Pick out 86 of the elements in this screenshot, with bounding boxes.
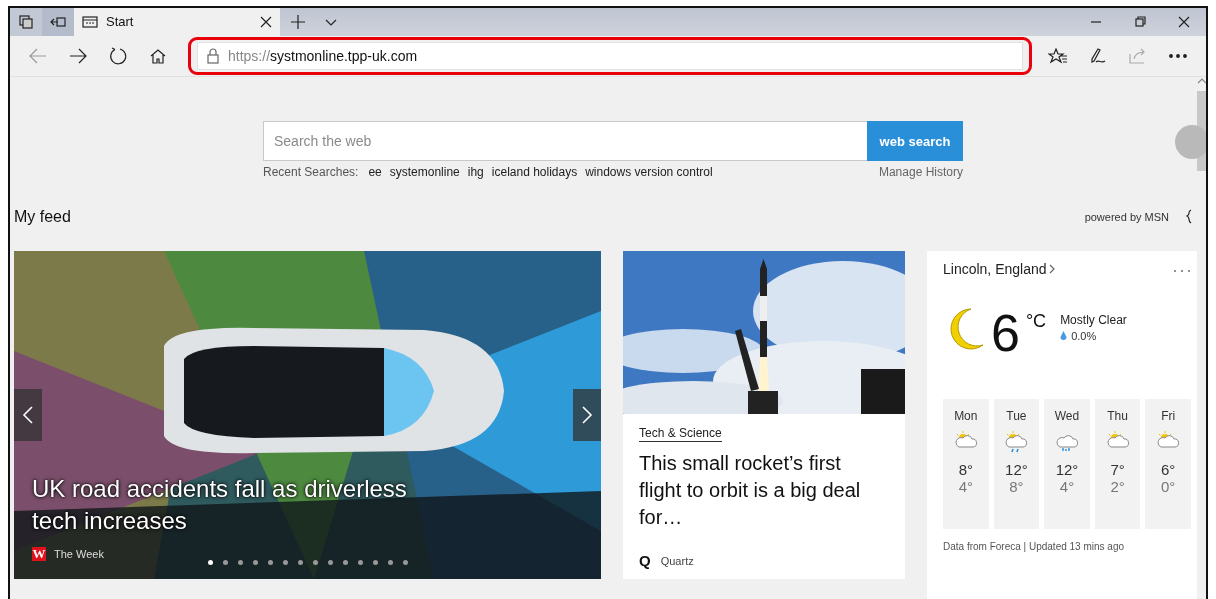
pen-icon — [1088, 46, 1108, 65]
lock-icon — [206, 47, 220, 64]
plus-icon — [290, 13, 306, 30]
forecast-day[interactable]: Tue 12° 8° — [993, 399, 1040, 529]
recent-search-link[interactable]: systemonline — [389, 165, 460, 179]
carousel-dot[interactable] — [283, 560, 288, 565]
category-link[interactable]: Tech & Science — [639, 426, 722, 442]
star-list-icon — [1048, 46, 1068, 65]
recent-searches-label: Recent Searches: — [263, 165, 359, 179]
carousel-dot[interactable] — [253, 560, 258, 565]
temperature-unit: °C — [1025, 311, 1047, 332]
previous-button[interactable] — [14, 389, 42, 441]
set-aside-tabs-button[interactable] — [42, 8, 74, 36]
close-icon — [260, 15, 272, 28]
temperature: 6 — [991, 307, 1020, 359]
url-text: https://systmonline.tpp-uk.com — [228, 47, 418, 64]
raindrop-icon — [1060, 331, 1068, 341]
day-name: Tue — [1006, 409, 1027, 423]
page-icon — [82, 13, 98, 30]
browser-tab[interactable]: Start — [74, 8, 280, 36]
carousel-dot[interactable] — [373, 560, 378, 565]
recent-search-link[interactable]: ihg — [467, 165, 484, 179]
low-temperature: 4° — [1059, 478, 1075, 495]
carousel-dot[interactable] — [403, 560, 408, 565]
address-bar[interactable]: https://systmonline.tpp-uk.com — [197, 41, 1023, 70]
headline-link[interactable]: This small rocket’s first flight to orbit is a big deal for… — [639, 450, 879, 531]
carousel-dot[interactable] — [208, 560, 213, 565]
tab-preview-button[interactable] — [10, 8, 42, 36]
ellipsis-icon — [1169, 53, 1187, 58]
weather-footer: Data from Foreca | Updated 13 mins ago — [943, 541, 1191, 552]
search-field[interactable]: Search the web — [263, 121, 867, 161]
high-temperature: 12° — [1055, 461, 1079, 478]
source-name: The Week — [54, 548, 104, 560]
forecast-day[interactable]: Thu 7° 2° — [1094, 399, 1141, 529]
carousel-dot[interactable] — [268, 560, 273, 565]
high-temperature: 12° — [1005, 461, 1028, 478]
high-temperature: 6° — [1161, 461, 1176, 478]
chevron-left-icon — [22, 405, 34, 425]
location-link[interactable]: Lincoln, England — [943, 261, 1047, 277]
chevron-up-icon — [1197, 77, 1206, 85]
carousel-dot[interactable] — [358, 560, 363, 565]
chevron-right-icon — [581, 405, 593, 425]
high-temperature: 8° — [958, 461, 973, 478]
carousel-dot[interactable] — [298, 560, 303, 565]
forecast-day[interactable]: Wed 12° 4° — [1044, 399, 1090, 529]
low-temperature: 8° — [1009, 478, 1024, 495]
powered-by-text: powered by MSN — [1084, 211, 1169, 223]
tab-title: Start — [106, 14, 135, 30]
carousel-dot[interactable] — [313, 560, 318, 565]
feed-title: My feed — [14, 208, 71, 226]
ellipsis-icon — [1173, 269, 1191, 273]
source-logo: W — [32, 547, 46, 561]
day-name: Mon — [954, 409, 978, 423]
condition-text: Mostly Clear — [1060, 313, 1127, 327]
story-card[interactable]: Tech & Science This small rocket’s first flight to orbit is a big deal for… Q Quartz — [623, 251, 905, 579]
carousel-dot[interactable] — [328, 560, 333, 565]
refresh-icon — [108, 45, 128, 66]
restore-icon — [1134, 15, 1146, 28]
recent-search-link[interactable]: iceland holidays — [491, 165, 578, 179]
recent-search-link[interactable]: ee — [368, 165, 382, 179]
low-temperature: 0° — [1161, 478, 1176, 495]
day-name: Fri — [1161, 409, 1176, 423]
source-logo: Q — [639, 552, 651, 569]
high-temperature: 7° — [1110, 461, 1125, 478]
carousel-dot[interactable] — [343, 560, 348, 565]
low-temperature: 4° — [958, 478, 973, 495]
next-button[interactable] — [573, 389, 601, 441]
recent-search-link[interactable]: windows version control — [585, 165, 713, 179]
carousel-dot[interactable] — [223, 560, 228, 565]
day-name: Thu — [1107, 409, 1128, 423]
hero-card[interactable]: UK road accidents fall as driverless tech increases W The Week — [14, 251, 601, 579]
day-name: Wed — [1054, 409, 1080, 423]
carousel-dot[interactable] — [238, 560, 243, 565]
close-tab-button[interactable] — [260, 15, 272, 28]
source-name: Quartz — [660, 554, 694, 567]
precipitation-text: 0.0% — [1071, 330, 1097, 342]
forecast-day[interactable]: Mon 8° 4° — [943, 399, 989, 529]
carousel-dot[interactable] — [388, 560, 393, 565]
low-temperature: 2° — [1110, 478, 1125, 495]
forecast-day[interactable]: Fri 6° 0° — [1145, 399, 1191, 529]
close-icon — [1178, 15, 1190, 28]
headline-link[interactable]: UK road accidents fall as driverless tech increases — [32, 473, 452, 537]
tab-preview-icon — [18, 13, 34, 30]
scrollbar-thumb[interactable] — [1197, 91, 1206, 171]
manage-history-link[interactable]: Manage History — [878, 165, 963, 179]
rain-icon — [1003, 429, 1030, 453]
